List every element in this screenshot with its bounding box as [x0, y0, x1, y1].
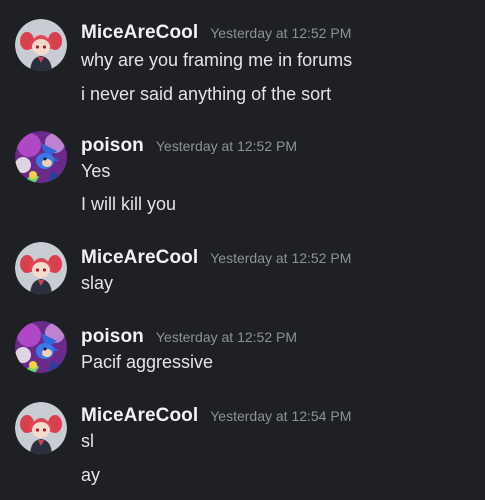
message-text: Yes [81, 161, 111, 181]
message-text: why are you framing me in forums [81, 50, 353, 70]
username[interactable]: MiceAreCool [81, 405, 198, 427]
message-header: MiceAreCool Yesterday at 12:52 PM [81, 247, 351, 271]
message-text: ay [81, 465, 101, 485]
username[interactable]: poison [81, 326, 144, 348]
message-text: slay [81, 273, 114, 293]
chat-message-list: MiceAreCool Yesterday at 12:52 PM why ar… [0, 0, 485, 500]
timestamp[interactable]: Yesterday at 12:52 PM [156, 329, 297, 345]
message-text: Pacif aggressive [81, 352, 214, 372]
message-header: poison Yesterday at 12:52 PM [81, 135, 297, 159]
message-header: MiceAreCool Yesterday at 12:54 PM [81, 405, 351, 429]
username[interactable]: poison [81, 135, 144, 157]
username[interactable]: MiceAreCool [81, 22, 198, 44]
red-haired-anime-avatar-icon[interactable] [15, 242, 67, 294]
timestamp[interactable]: Yesterday at 12:52 PM [210, 25, 351, 41]
message-text: sl [81, 431, 94, 451]
timestamp[interactable]: Yesterday at 12:54 PM [210, 408, 351, 424]
message-text: i never said anything of the sort [81, 84, 332, 104]
timestamp[interactable]: Yesterday at 12:52 PM [210, 250, 351, 266]
purple-hedgehog-collage-avatar-icon[interactable] [15, 131, 67, 183]
red-haired-anime-avatar-icon[interactable] [15, 402, 67, 454]
username[interactable]: MiceAreCool [81, 247, 198, 269]
message-text: I will kill you [81, 194, 177, 214]
red-haired-anime-avatar-icon[interactable] [15, 19, 67, 71]
purple-hedgehog-collage-avatar-icon[interactable] [15, 321, 67, 373]
message-header: poison Yesterday at 12:52 PM [81, 326, 297, 350]
timestamp[interactable]: Yesterday at 12:52 PM [156, 138, 297, 154]
message-header: MiceAreCool Yesterday at 12:52 PM [81, 22, 351, 46]
